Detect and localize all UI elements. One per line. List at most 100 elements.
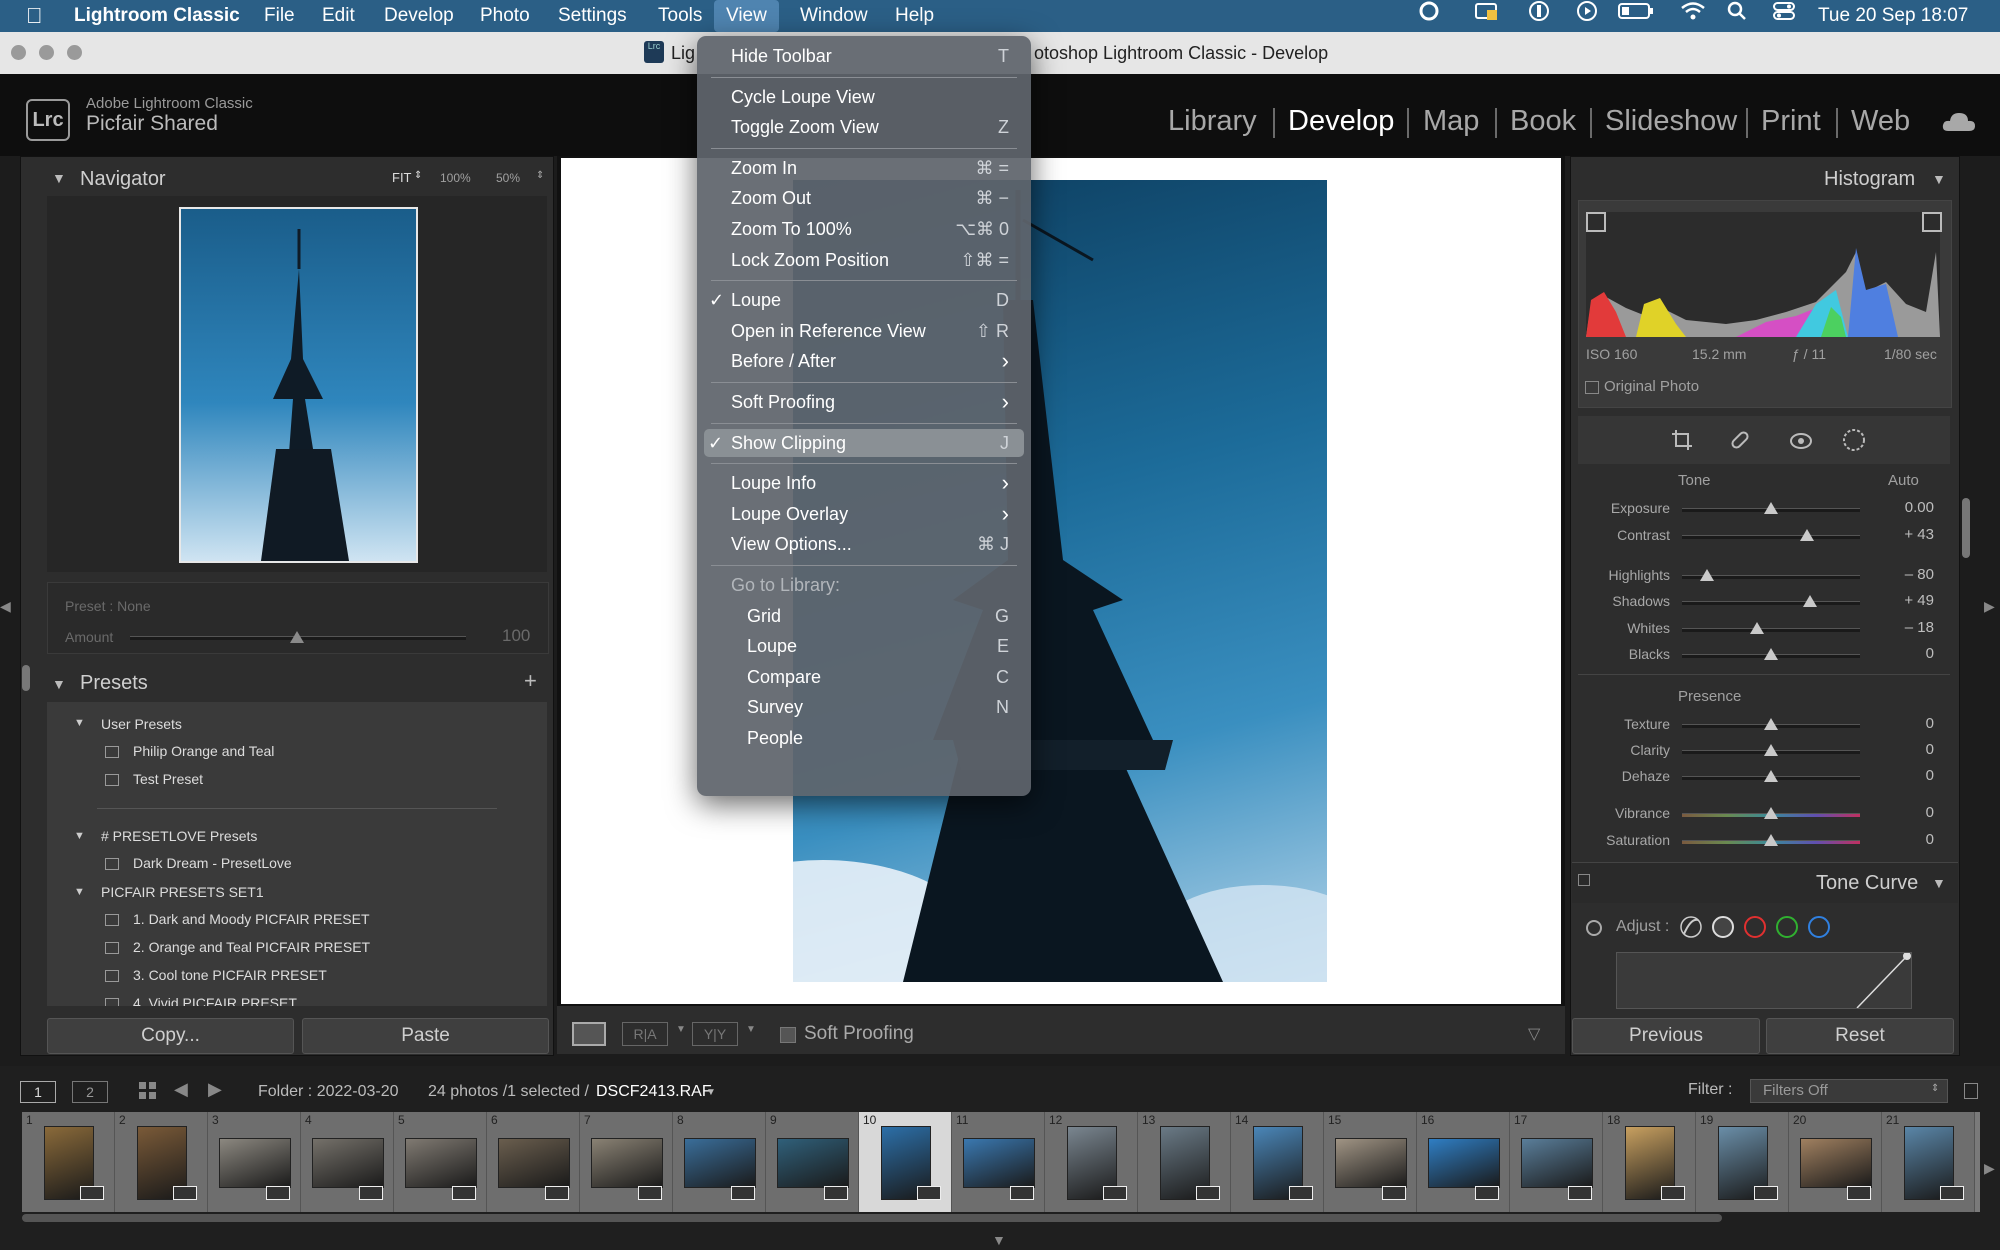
highlight-clipping-indicator[interactable] bbox=[1922, 212, 1942, 232]
filmstrip-scrollbar[interactable] bbox=[22, 1214, 1722, 1222]
soft-proofing-checkbox[interactable] bbox=[780, 1027, 796, 1043]
apple-icon[interactable]:  bbox=[14, 0, 55, 32]
menu-item-hide-toolbar[interactable]: Hide Toolbar T bbox=[697, 42, 1031, 70]
preset-item[interactable]: 4. Vivid PICFAIR PRESET bbox=[133, 995, 297, 1006]
menu-develop[interactable]: Develop bbox=[372, 0, 466, 32]
zoom-fit[interactable]: FIT bbox=[392, 170, 412, 185]
basic-slider-knob[interactable] bbox=[1764, 502, 1778, 514]
healing-icon[interactable] bbox=[1728, 428, 1752, 457]
presence-value[interactable]: 0 bbox=[1872, 804, 1934, 821]
targeted-adjustment-icon[interactable] bbox=[1586, 920, 1602, 936]
filmstrip-thumbnail[interactable]: 21 bbox=[1882, 1112, 1975, 1212]
filename-dropdown-icon[interactable]: ▼ bbox=[706, 1087, 716, 1098]
zoom-ratio-chevron-icon[interactable]: ⇕ bbox=[536, 170, 544, 181]
filmstrip-thumbnail[interactable]: 17 bbox=[1510, 1112, 1603, 1212]
red-eye-icon[interactable] bbox=[1788, 428, 1814, 457]
presence-value[interactable]: 0 bbox=[1872, 831, 1934, 848]
filmstrip-thumbnail[interactable]: 13 bbox=[1138, 1112, 1231, 1212]
group-collapse-icon[interactable]: ▼ bbox=[74, 886, 85, 898]
grid-view-icon[interactable] bbox=[138, 1081, 158, 1106]
preset-item[interactable]: 1. Dark and Moody PICFAIR PRESET bbox=[133, 911, 370, 927]
preset-item[interactable]: Philip Orange and Teal bbox=[133, 743, 274, 759]
menu-view[interactable]: View bbox=[714, 0, 779, 32]
control-center-icon[interactable] bbox=[1772, 0, 1796, 32]
group-collapse-icon[interactable]: ▼ bbox=[74, 830, 85, 842]
filter-lock-icon[interactable] bbox=[1964, 1083, 1978, 1099]
right-panel-scrollbar[interactable] bbox=[1962, 498, 1970, 558]
battery-icon[interactable] bbox=[1618, 0, 1654, 32]
menu-item-toggle-zoom-view[interactable]: Toggle Zoom View Z bbox=[697, 113, 1031, 141]
presence-slider-knob[interactable] bbox=[1764, 834, 1778, 846]
menu-item-people[interactable]: People bbox=[697, 724, 1031, 752]
filter-select[interactable]: Filters Off ⇕ bbox=[1750, 1079, 1948, 1103]
minimize-window-button[interactable] bbox=[39, 45, 54, 60]
filmstrip-thumbnail[interactable]: 6 bbox=[487, 1112, 580, 1212]
add-preset-icon[interactable]: + bbox=[524, 668, 537, 694]
menu-edit[interactable]: Edit bbox=[310, 0, 367, 32]
point-curve-white-icon[interactable] bbox=[1712, 916, 1734, 938]
menu-item-loupe-info[interactable]: Loupe Info › bbox=[697, 469, 1031, 497]
before-after-tb-icon[interactable]: Y|Y bbox=[692, 1022, 738, 1046]
filmstrip-thumbnail[interactable]: 20 bbox=[1789, 1112, 1882, 1212]
wifi-icon[interactable] bbox=[1680, 0, 1706, 32]
menu-item-grid[interactable]: Grid G bbox=[697, 602, 1031, 630]
play-icon[interactable] bbox=[1576, 0, 1598, 32]
menu-settings[interactable]: Settings bbox=[546, 0, 639, 32]
masking-icon[interactable] bbox=[1842, 428, 1866, 457]
filmstrip-thumbnail[interactable]: 7 bbox=[580, 1112, 673, 1212]
menu-item-loupe[interactable]: Loupe E bbox=[697, 632, 1031, 660]
zoom-fit-chevron-icon[interactable]: ⇕ bbox=[414, 170, 422, 181]
preset-item[interactable]: 2. Orange and Teal PICFAIR PRESET bbox=[133, 939, 370, 955]
filmstrip-thumbnail[interactable]: 5 bbox=[394, 1112, 487, 1212]
menu-help[interactable]: Help bbox=[883, 0, 946, 32]
point-curve-green-icon[interactable] bbox=[1776, 916, 1798, 938]
filmstrip-thumbnail[interactable]: 19 bbox=[1696, 1112, 1789, 1212]
before-after-swap-dropdown-icon[interactable]: ▼ bbox=[746, 1024, 756, 1035]
shadow-clipping-indicator[interactable] bbox=[1586, 212, 1606, 232]
filmstrip-thumbnail[interactable]: 8 bbox=[673, 1112, 766, 1212]
presence-slider-knob[interactable] bbox=[1764, 744, 1778, 756]
menu-window[interactable]: Window bbox=[788, 0, 880, 32]
before-after-dropdown-icon[interactable]: ▼ bbox=[676, 1024, 686, 1035]
basic-slider-knob[interactable] bbox=[1764, 648, 1778, 660]
basic-value[interactable]: + 43 bbox=[1872, 526, 1934, 543]
menu-item-soft-proofing[interactable]: Soft Proofing › bbox=[697, 388, 1031, 416]
reset-button[interactable]: Reset bbox=[1766, 1018, 1954, 1054]
filmstrip-scroll-right-icon[interactable]: ▶ bbox=[1984, 1160, 1995, 1177]
presets-collapse-icon[interactable]: ▼ bbox=[52, 676, 66, 692]
zoom-50[interactable]: 50% bbox=[496, 171, 520, 185]
back-arrow-icon[interactable]: ◀ bbox=[174, 1079, 188, 1100]
module-book[interactable]: Book bbox=[1510, 105, 1576, 138]
filmstrip-thumbnail[interactable]: 15 bbox=[1324, 1112, 1417, 1212]
copy-settings-button[interactable]: Copy... bbox=[47, 1018, 294, 1054]
zoom-100[interactable]: 100% bbox=[440, 171, 471, 185]
group-collapse-icon[interactable]: ▼ bbox=[74, 717, 85, 729]
menu-item-lock-zoom-position[interactable]: Lock Zoom Position ⇧⌘ = bbox=[697, 246, 1031, 274]
previous-settings-button[interactable]: Previous bbox=[1572, 1018, 1760, 1054]
paste-settings-button[interactable]: Paste bbox=[302, 1018, 549, 1054]
module-web[interactable]: Web bbox=[1851, 105, 1910, 138]
clock[interactable]: Tue 20 Sep 18:07 bbox=[1818, 0, 1968, 32]
basic-value[interactable]: – 80 bbox=[1872, 566, 1934, 583]
basic-slider-track[interactable] bbox=[1682, 628, 1860, 632]
menu-item-survey[interactable]: Survey N bbox=[697, 693, 1031, 721]
navigator-collapse-icon[interactable]: ▼ bbox=[52, 170, 66, 186]
menu-item-compare[interactable]: Compare C bbox=[697, 663, 1031, 691]
module-library[interactable]: Library bbox=[1168, 105, 1257, 138]
basic-slider-knob[interactable] bbox=[1803, 595, 1817, 607]
creative-cloud-icon[interactable] bbox=[1416, 0, 1442, 32]
basic-slider-knob[interactable] bbox=[1750, 622, 1764, 634]
module-slideshow[interactable]: Slideshow bbox=[1605, 105, 1737, 138]
loupe-view-icon[interactable] bbox=[572, 1022, 606, 1046]
preset-item[interactable]: 3. Cool tone PICFAIR PRESET bbox=[133, 967, 327, 983]
basic-value[interactable]: 0.00 bbox=[1872, 499, 1934, 516]
tone-curve-graph[interactable] bbox=[1616, 952, 1912, 1009]
left-panel-scrollbar[interactable] bbox=[22, 665, 30, 691]
menu-item-cycle-loupe-view[interactable]: Cycle Loupe View bbox=[697, 83, 1031, 111]
before-after-lr-icon[interactable]: R|A bbox=[622, 1022, 668, 1046]
menu-item-zoom-out[interactable]: Zoom Out ⌘ − bbox=[697, 184, 1031, 212]
basic-slider-track[interactable] bbox=[1682, 535, 1860, 539]
search-icon[interactable] bbox=[1726, 0, 1748, 32]
basic-slider-track[interactable] bbox=[1682, 601, 1860, 605]
preset-group[interactable]: # PRESETLOVE Presets bbox=[101, 828, 257, 844]
